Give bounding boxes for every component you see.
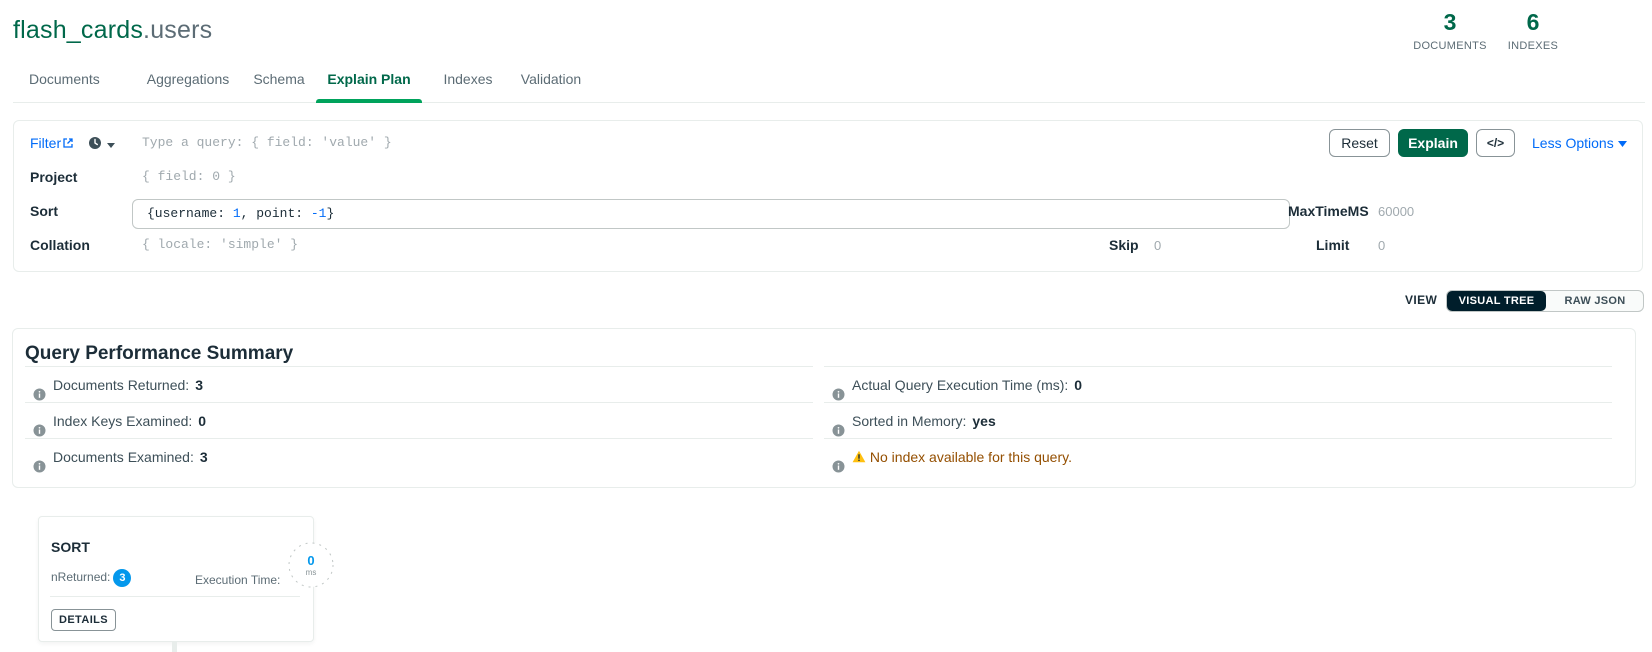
query-performance-summary: Query Performance Summary Documents Retu… [12,328,1636,488]
query-bar: Filter Type a query: { field: 'value' } … [13,120,1643,272]
warning-icon [852,449,866,465]
filter-link[interactable]: Filter [30,135,73,151]
execution-time-label: Actual Query Execution Time (ms): [852,377,1069,393]
stage-nreturned: nReturned: 3 [51,569,132,587]
filter-label: Filter [30,135,62,151]
no-index-warning: No index available for this query. [869,449,1072,465]
summary-row: No index available for this query. [824,438,1612,474]
tab-schema[interactable]: Schema [251,62,307,102]
indexes-count: 6 [1526,9,1540,35]
stage-connector [172,641,177,652]
execution-time-unit: ms [306,568,317,577]
indexes-label: INDEXES [1507,40,1559,52]
project-label: Project [30,169,78,185]
sort-input[interactable]: {username: 1, point: -1} [132,199,1290,229]
explain-button[interactable]: Explain [1398,129,1468,157]
namespace-title: flash_cards.users [13,14,212,46]
execution-timer-dial: 0 ms [287,541,335,589]
maxtime-input[interactable]: 60000 [1378,204,1414,219]
filter-input[interactable]: Type a query: { field: 'value' } [142,135,392,150]
collation-label: Collation [30,237,90,253]
tab-explain-plan[interactable]: Explain Plan [316,62,422,103]
stage-divider [50,596,300,597]
sort-stage-card: SORT nReturned: 3 Execution Time: 0 ms DE… [38,516,334,642]
collation-input[interactable]: { locale: 'simple' } [142,237,298,252]
tab-indexes[interactable]: Indexes [436,62,500,102]
tab-documents[interactable]: Documents [29,62,100,102]
summary-row: Actual Query Execution Time (ms): 0 [824,366,1612,402]
sort-text-mid: , point: [240,206,311,221]
sort-label: Sort [30,203,58,219]
collection-name: .users [143,16,213,44]
sort-number-2: -1 [310,206,327,221]
caret-down-icon [106,137,116,154]
less-options-label: Less Options [1532,135,1614,151]
documents-count: 3 [1443,9,1457,35]
limit-label: Limit [1316,237,1350,253]
documents-examined-value: 3 [199,449,208,465]
sort-text-open: {username: [147,206,233,221]
indexes-stat: 6 INDEXES [1502,10,1564,52]
collection-tabs: Documents Aggregations Schema Explain Pl… [13,62,1645,103]
documents-label: DOCUMENTS [1413,40,1487,52]
external-link-icon [63,135,73,151]
caret-down-icon [1617,135,1627,151]
project-input[interactable]: { field: 0 } [142,169,236,184]
view-toggle: VISUAL TREE RAW JSON [1446,290,1644,312]
documents-stat: 3 DOCUMENTS [1412,10,1488,52]
documents-returned-value: 3 [195,377,203,393]
less-options-button[interactable]: Less Options [1532,135,1627,151]
summary-row: Sorted in Memory: yes [824,402,1612,438]
documents-examined-label: Documents Examined: [53,449,194,465]
skip-label: Skip [1109,237,1139,253]
tab-validation[interactable]: Validation [515,62,587,102]
explain-plan-page: flash_cards.users 3 DOCUMENTS 6 INDEXES … [0,0,1652,652]
view-label: VIEW [1405,293,1438,307]
limit-input[interactable]: 0 [1378,238,1385,253]
summary-row: Index Keys Examined: 0 [25,402,813,438]
sort-number-1: 1 [232,206,241,221]
nreturned-label: nReturned: [51,570,111,584]
stage-name: SORT [51,539,90,555]
code-view-button[interactable]: </> [1476,129,1515,157]
documents-returned-label: Documents Returned: [53,377,190,393]
maxtime-label: MaxTimeMS [1288,203,1369,219]
details-button[interactable]: DETAILS [51,609,116,631]
database-name: flash_cards [13,16,144,44]
raw-json-toggle[interactable]: RAW JSON [1547,291,1643,311]
nreturned-badge: 3 [113,569,132,587]
visual-tree-toggle[interactable]: VISUAL TREE [1447,291,1546,311]
summary-title: Query Performance Summary [25,343,294,364]
query-history-button[interactable] [88,136,116,155]
reset-button[interactable]: Reset [1329,129,1390,157]
sort-text-close: } [326,206,335,221]
info-icon [832,450,845,486]
sorted-in-memory-value: yes [972,413,996,429]
tab-aggregations[interactable]: Aggregations [131,62,245,102]
summary-row: Documents Examined: 3 [25,438,813,474]
execution-time-value: 0 [307,553,314,568]
execution-time-value: 0 [1074,377,1083,393]
execution-time-label: Execution Time: [195,573,281,587]
clock-icon [88,137,102,154]
summary-row: Documents Returned: 3 [25,366,813,402]
skip-input[interactable]: 0 [1154,238,1161,253]
info-icon [33,450,46,486]
sorted-in-memory-label: Sorted in Memory: [852,413,967,429]
index-keys-examined-value: 0 [198,413,207,429]
index-keys-examined-label: Index Keys Examined: [53,413,193,429]
